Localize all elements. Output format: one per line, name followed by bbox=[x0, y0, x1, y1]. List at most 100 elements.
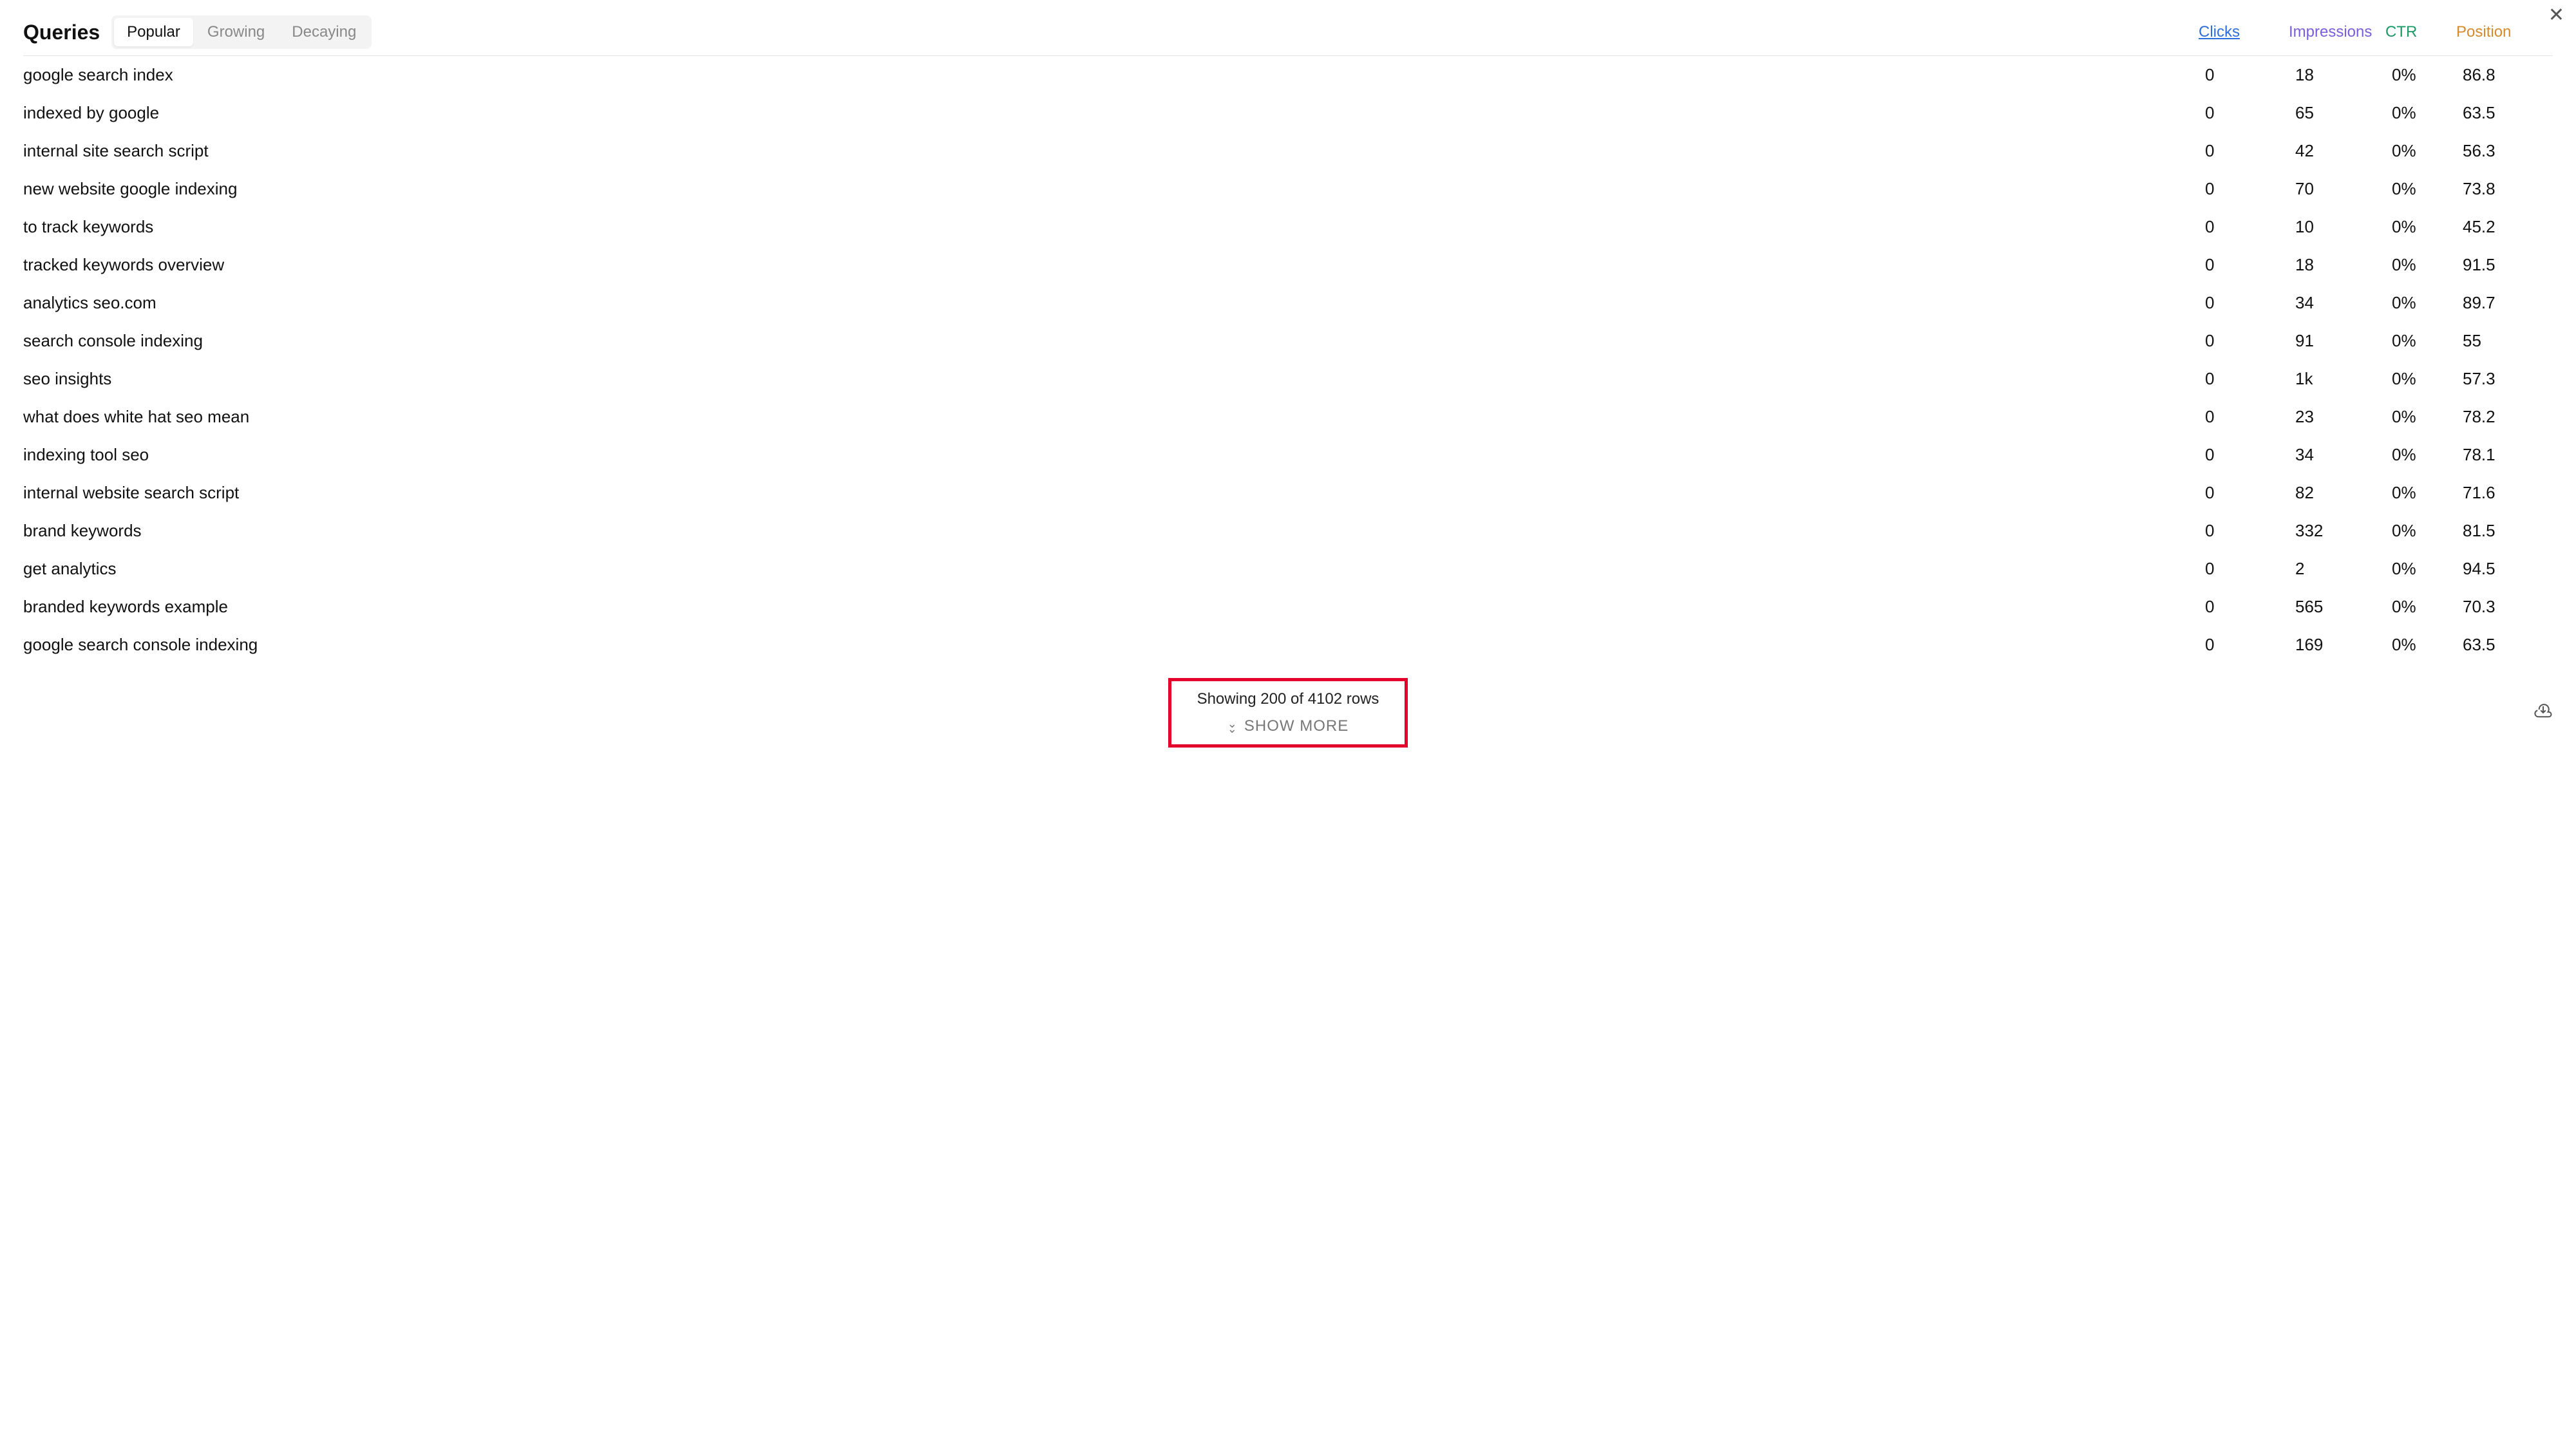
table-row[interactable]: indexed by google0650%63.5 bbox=[23, 94, 2553, 132]
highlight-annotation: Showing 200 of 4102 rows ⌄⌄ SHOW MORE bbox=[1168, 678, 1408, 748]
cell-clicks: 0 bbox=[2205, 436, 2295, 474]
close-icon[interactable]: ✕ bbox=[2548, 4, 2564, 26]
cell-impressions: 565 bbox=[2295, 588, 2392, 626]
page-title: Queries bbox=[23, 21, 100, 44]
cell-position: 55 bbox=[2463, 322, 2553, 360]
table-row[interactable]: new website google indexing0700%73.8 bbox=[23, 170, 2553, 208]
cell-ctr: 0% bbox=[2392, 512, 2463, 550]
cell-query: google search console indexing bbox=[23, 626, 2205, 664]
cell-clicks: 0 bbox=[2205, 588, 2295, 626]
tab-decaying[interactable]: Decaying bbox=[279, 18, 369, 46]
cell-position: 81.5 bbox=[2463, 512, 2553, 550]
cell-impressions: 1k bbox=[2295, 360, 2392, 398]
cell-clicks: 0 bbox=[2205, 132, 2295, 170]
cell-ctr: 0% bbox=[2392, 94, 2463, 132]
cell-impressions: 65 bbox=[2295, 94, 2392, 132]
table-row[interactable]: to track keywords0100%45.2 bbox=[23, 208, 2553, 246]
cell-clicks: 0 bbox=[2205, 512, 2295, 550]
cell-clicks: 0 bbox=[2205, 56, 2295, 94]
cell-position: 91.5 bbox=[2463, 246, 2553, 284]
table-row[interactable]: tracked keywords overview0180%91.5 bbox=[23, 246, 2553, 284]
cell-query: internal site search script bbox=[23, 132, 2205, 170]
cell-impressions: 332 bbox=[2295, 512, 2392, 550]
table-row[interactable]: internal website search script0820%71.6 bbox=[23, 474, 2553, 512]
cell-query: what does white hat seo mean bbox=[23, 398, 2205, 436]
cell-position: 78.1 bbox=[2463, 436, 2553, 474]
header: Queries Popular Growing Decaying Clicks … bbox=[23, 15, 2553, 56]
cell-position: 86.8 bbox=[2463, 56, 2553, 94]
cell-impressions: 82 bbox=[2295, 474, 2392, 512]
cell-ctr: 0% bbox=[2392, 360, 2463, 398]
download-icon[interactable] bbox=[2533, 700, 2553, 724]
cell-query: to track keywords bbox=[23, 208, 2205, 246]
cell-query: analytics seo.com bbox=[23, 284, 2205, 322]
column-headers: Clicks Impressions CTR Position bbox=[2199, 23, 2553, 41]
cell-clicks: 0 bbox=[2205, 474, 2295, 512]
cell-clicks: 0 bbox=[2205, 284, 2295, 322]
cell-query: google search index bbox=[23, 56, 2205, 94]
cell-query: new website google indexing bbox=[23, 170, 2205, 208]
column-header-ctr[interactable]: CTR bbox=[2385, 23, 2456, 41]
cell-query: tracked keywords overview bbox=[23, 246, 2205, 284]
cell-position: 56.3 bbox=[2463, 132, 2553, 170]
tab-growing[interactable]: Growing bbox=[194, 18, 278, 46]
tab-group: Popular Growing Decaying bbox=[111, 15, 372, 49]
cell-clicks: 0 bbox=[2205, 94, 2295, 132]
cell-clicks: 0 bbox=[2205, 550, 2295, 588]
cell-query: indexed by google bbox=[23, 94, 2205, 132]
cell-ctr: 0% bbox=[2392, 550, 2463, 588]
cell-position: 78.2 bbox=[2463, 398, 2553, 436]
cell-clicks: 0 bbox=[2205, 322, 2295, 360]
cell-ctr: 0% bbox=[2392, 208, 2463, 246]
cell-query: brand keywords bbox=[23, 512, 2205, 550]
cell-impressions: 169 bbox=[2295, 626, 2392, 664]
column-header-impressions[interactable]: Impressions bbox=[2289, 23, 2385, 41]
cell-ctr: 0% bbox=[2392, 284, 2463, 322]
table-row[interactable]: search console indexing0910%55 bbox=[23, 322, 2553, 360]
table-row[interactable]: analytics seo.com0340%89.7 bbox=[23, 284, 2553, 322]
chevron-down-double-icon: ⌄⌄ bbox=[1227, 721, 1238, 731]
tab-popular[interactable]: Popular bbox=[114, 18, 193, 46]
table-row[interactable]: brand keywords03320%81.5 bbox=[23, 512, 2553, 550]
cell-impressions: 70 bbox=[2295, 170, 2392, 208]
table-row[interactable]: what does white hat seo mean0230%78.2 bbox=[23, 398, 2553, 436]
cell-position: 71.6 bbox=[2463, 474, 2553, 512]
table-row[interactable]: indexing tool seo0340%78.1 bbox=[23, 436, 2553, 474]
cell-ctr: 0% bbox=[2392, 322, 2463, 360]
cell-ctr: 0% bbox=[2392, 56, 2463, 94]
table-row[interactable]: internal site search script0420%56.3 bbox=[23, 132, 2553, 170]
cell-clicks: 0 bbox=[2205, 208, 2295, 246]
cell-query: get analytics bbox=[23, 550, 2205, 588]
cell-query: internal website search script bbox=[23, 474, 2205, 512]
show-more-button[interactable]: ⌄⌄ SHOW MORE bbox=[1227, 717, 1349, 735]
cell-query: seo insights bbox=[23, 360, 2205, 398]
cell-ctr: 0% bbox=[2392, 588, 2463, 626]
cell-position: 63.5 bbox=[2463, 94, 2553, 132]
cell-impressions: 91 bbox=[2295, 322, 2392, 360]
cell-query: indexing tool seo bbox=[23, 436, 2205, 474]
cell-position: 94.5 bbox=[2463, 550, 2553, 588]
cell-ctr: 0% bbox=[2392, 474, 2463, 512]
cell-query: search console indexing bbox=[23, 322, 2205, 360]
table-row[interactable]: seo insights01k0%57.3 bbox=[23, 360, 2553, 398]
cell-impressions: 34 bbox=[2295, 436, 2392, 474]
table-row[interactable]: google search index0180%86.8 bbox=[23, 56, 2553, 94]
column-header-position[interactable]: Position bbox=[2456, 23, 2546, 41]
cell-ctr: 0% bbox=[2392, 246, 2463, 284]
table-row[interactable]: get analytics020%94.5 bbox=[23, 550, 2553, 588]
cell-ctr: 0% bbox=[2392, 132, 2463, 170]
cell-position: 89.7 bbox=[2463, 284, 2553, 322]
cell-position: 70.3 bbox=[2463, 588, 2553, 626]
column-header-clicks[interactable]: Clicks bbox=[2199, 23, 2289, 41]
cell-position: 57.3 bbox=[2463, 360, 2553, 398]
cell-impressions: 2 bbox=[2295, 550, 2392, 588]
cell-position: 45.2 bbox=[2463, 208, 2553, 246]
queries-table: google search index0180%86.8indexed by g… bbox=[23, 56, 2553, 664]
cell-ctr: 0% bbox=[2392, 398, 2463, 436]
cell-ctr: 0% bbox=[2392, 170, 2463, 208]
table-row[interactable]: google search console indexing01690%63.5 bbox=[23, 626, 2553, 664]
cell-clicks: 0 bbox=[2205, 626, 2295, 664]
cell-ctr: 0% bbox=[2392, 436, 2463, 474]
cell-query: branded keywords example bbox=[23, 588, 2205, 626]
table-row[interactable]: branded keywords example05650%70.3 bbox=[23, 588, 2553, 626]
